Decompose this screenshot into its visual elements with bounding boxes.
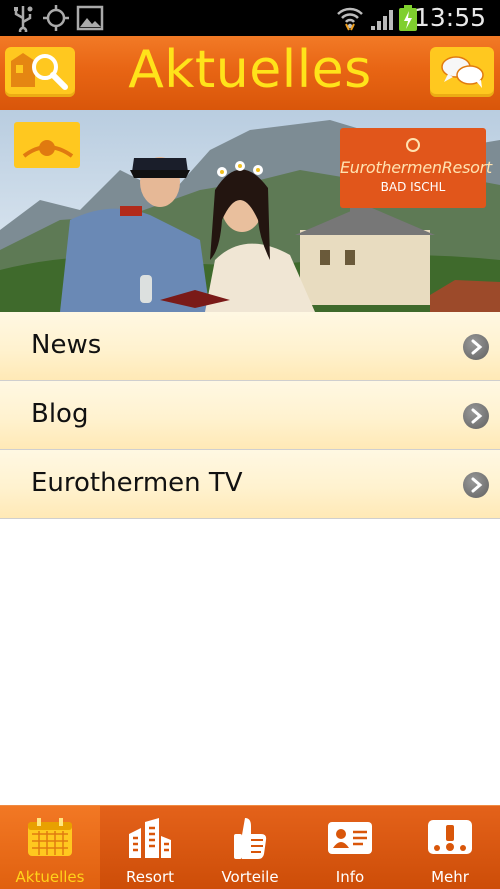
more-icon [425,816,475,860]
list-item-label: Blog [31,399,89,429]
chevron-right-icon [463,403,489,429]
id-card-icon [325,816,375,860]
tab-vorteile[interactable]: Vorteile [200,806,300,889]
hero-banner: EurothermenResort BAD ISCHL [0,110,500,312]
logo-sun-icon [406,138,420,152]
menu-list: News Blog Eurothermen TV [0,312,500,519]
chat-bubbles-icon [430,56,494,101]
bottom-tab-bar: Aktuelles Resort Vorteile Info Mehr [0,805,500,889]
list-item-label: Eurothermen TV [31,468,243,498]
tab-aktuelles[interactable]: Aktuelles [0,806,100,889]
chat-button[interactable] [430,47,494,97]
gallery-icon [76,4,104,36]
status-bar: 13:55 [0,0,500,36]
status-time: 13:55 [413,3,486,32]
tab-label: Vorteile [221,868,279,886]
list-item-blog[interactable]: Blog [0,381,500,450]
logo-location-text: BAD ISCHL [380,180,446,194]
chevron-right-icon [463,472,489,498]
wifi-icon [336,4,364,36]
app-screen: 13:55 Aktuelles EurothermenResort BAD IS… [0,0,500,889]
logo-brand-text: EurothermenResort [340,158,492,177]
usb-icon [10,4,36,36]
tab-label: Info [335,868,365,886]
gps-icon [42,4,70,36]
tab-label: Mehr [431,868,469,886]
calendar-icon [25,816,75,860]
tab-resort[interactable]: Resort [100,806,200,889]
list-item-label: News [31,330,102,360]
thumbs-up-icon [225,816,275,860]
signal-icon [368,4,396,36]
tab-label: Aktuelles [15,868,85,886]
tab-info[interactable]: Info [300,806,400,889]
resort-logo: EurothermenResort BAD ISCHL [340,128,492,208]
app-header: Aktuelles [0,36,500,110]
building-icon [125,816,175,860]
list-item-eurothermen-tv[interactable]: Eurothermen TV [0,450,500,519]
tab-label: Resort [125,868,175,886]
tab-mehr[interactable]: Mehr [400,806,500,889]
page-title: Aktuelles [128,40,372,100]
list-item-news[interactable]: News [0,312,500,381]
chevron-right-icon [463,334,489,360]
